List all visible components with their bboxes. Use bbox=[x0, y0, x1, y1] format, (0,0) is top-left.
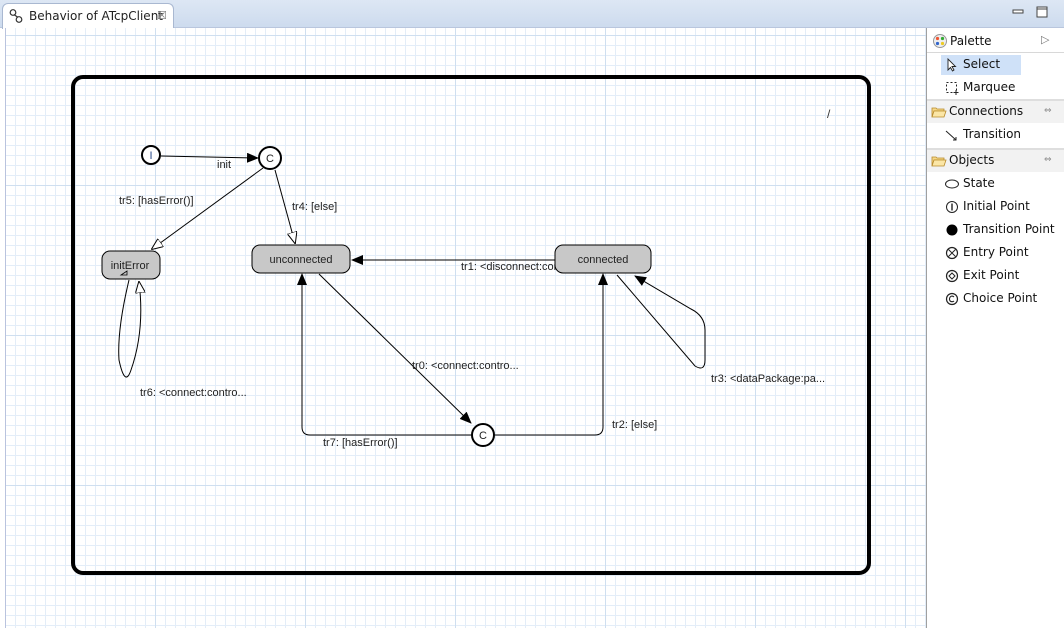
state-initError[interactable]: initError bbox=[101, 250, 161, 280]
transition-arrow-icon bbox=[945, 130, 957, 141]
state-icon bbox=[945, 179, 959, 189]
transition-tr6[interactable] bbox=[118, 279, 141, 378]
transition-label-tr6: tr6: <connect:contro... bbox=[140, 387, 247, 399]
arrow-cursor-icon bbox=[947, 58, 957, 72]
palette-header: Palette ▷ bbox=[927, 28, 1064, 53]
initial-point-label: I bbox=[149, 150, 152, 162]
palette-icon bbox=[933, 34, 947, 48]
choice-point-label: C bbox=[266, 153, 274, 165]
transition-label-tr0: tr0: <connect:contro... bbox=[412, 360, 519, 372]
tool-exit-point[interactable]: Exit Point bbox=[927, 264, 1064, 287]
choice-point-connect[interactable]: C bbox=[471, 423, 495, 447]
pin-drawer-icon[interactable]: ⇔ bbox=[1044, 155, 1052, 165]
transition-init[interactable] bbox=[160, 152, 259, 163]
drawer-connections[interactable]: Connections ⇔ bbox=[927, 99, 1064, 123]
transition-point-icon bbox=[946, 224, 958, 236]
choice-point-icon bbox=[945, 292, 959, 306]
state-label: connected bbox=[578, 254, 629, 266]
initial-point-icon bbox=[946, 201, 958, 213]
transition-label-tr5: tr5: [hasError()] bbox=[119, 195, 194, 207]
choice-point-label: C bbox=[479, 430, 487, 442]
tab-title: Behavior of ATcpClient bbox=[29, 9, 164, 23]
state-connected[interactable]: connected bbox=[554, 244, 652, 274]
tool-marquee[interactable]: Marquee bbox=[927, 76, 1064, 99]
transition-tr2[interactable] bbox=[495, 273, 608, 436]
collapse-palette-icon[interactable]: ▷ bbox=[1041, 33, 1049, 46]
state-diagram: / init tr5: [hasError()] tr4: [else] tr1… bbox=[71, 75, 871, 575]
drawer-objects[interactable]: Objects ⇔ bbox=[927, 148, 1064, 172]
transition-label-tr2: tr2: [else] bbox=[612, 419, 657, 431]
tool-label: Transition bbox=[963, 127, 1022, 141]
palette-panel: Palette ▷ Select Marquee Connections ⇔ T… bbox=[926, 28, 1064, 628]
tool-initial-point[interactable]: Initial Point bbox=[927, 195, 1064, 218]
state-unconnected[interactable]: unconnected bbox=[251, 244, 351, 274]
tool-label: Choice Point bbox=[963, 291, 1038, 305]
tool-label: Exit Point bbox=[963, 268, 1020, 282]
choice-point-init[interactable]: C bbox=[258, 146, 282, 170]
editor-tab-bar: Behavior of ATcpClient ☒ bbox=[0, 0, 1064, 29]
tool-label: Marquee bbox=[963, 80, 1016, 94]
state-label: initError bbox=[111, 260, 150, 272]
graph-label: / bbox=[827, 107, 831, 121]
close-icon[interactable]: ☒ bbox=[157, 9, 167, 22]
entry-point-icon bbox=[945, 246, 959, 260]
pin-drawer-icon[interactable]: ⇔ bbox=[1044, 106, 1052, 116]
transition-label-tr7: tr7: [hasError()] bbox=[323, 437, 398, 449]
tool-label: Entry Point bbox=[963, 245, 1029, 259]
state-graph-frame[interactable] bbox=[71, 75, 871, 575]
tool-select[interactable]: Select bbox=[927, 53, 1064, 76]
transition-label-tr3: tr3: <dataPackage:pa... bbox=[711, 373, 825, 385]
state-label: unconnected bbox=[270, 254, 333, 266]
drawer-label: Connections bbox=[949, 104, 1024, 118]
tool-state[interactable]: State bbox=[927, 172, 1064, 195]
minimize-icon[interactable] bbox=[1012, 6, 1024, 18]
folder-open-icon bbox=[931, 156, 947, 167]
transition-tr5[interactable] bbox=[152, 167, 264, 249]
state-machine-icon bbox=[9, 9, 23, 23]
transition-label-tr1: tr1: <disconnect:con... bbox=[461, 261, 569, 273]
diagram-canvas[interactable]: / init tr5: [hasError()] tr4: [else] tr1… bbox=[5, 28, 926, 628]
tool-label: State bbox=[963, 176, 995, 190]
tab-behavior[interactable]: Behavior of ATcpClient ☒ bbox=[2, 3, 174, 29]
exit-point-icon bbox=[945, 269, 959, 283]
marquee-icon bbox=[946, 82, 959, 95]
tool-choice-point[interactable]: Choice Point bbox=[927, 287, 1064, 310]
transition-label-init: init bbox=[217, 159, 231, 171]
tool-label: Initial Point bbox=[963, 199, 1030, 213]
transition-label-tr4: tr4: [else] bbox=[292, 201, 337, 213]
maximize-icon[interactable] bbox=[1036, 6, 1048, 18]
initial-point[interactable]: I bbox=[141, 145, 161, 165]
transition-tr3[interactable] bbox=[616, 274, 706, 369]
transition-tr7[interactable] bbox=[297, 273, 472, 436]
transition-tr0[interactable] bbox=[318, 273, 472, 424]
tool-label: Select bbox=[963, 57, 1001, 71]
tool-label: Transition Point bbox=[963, 222, 1055, 236]
tool-transition[interactable]: Transition bbox=[927, 123, 1064, 146]
drawer-label: Objects bbox=[949, 153, 995, 167]
tool-entry-point[interactable]: Entry Point bbox=[927, 241, 1064, 264]
tool-transition-point[interactable]: Transition Point bbox=[927, 218, 1064, 241]
folder-open-icon bbox=[931, 107, 947, 118]
palette-title: Palette bbox=[950, 34, 992, 48]
